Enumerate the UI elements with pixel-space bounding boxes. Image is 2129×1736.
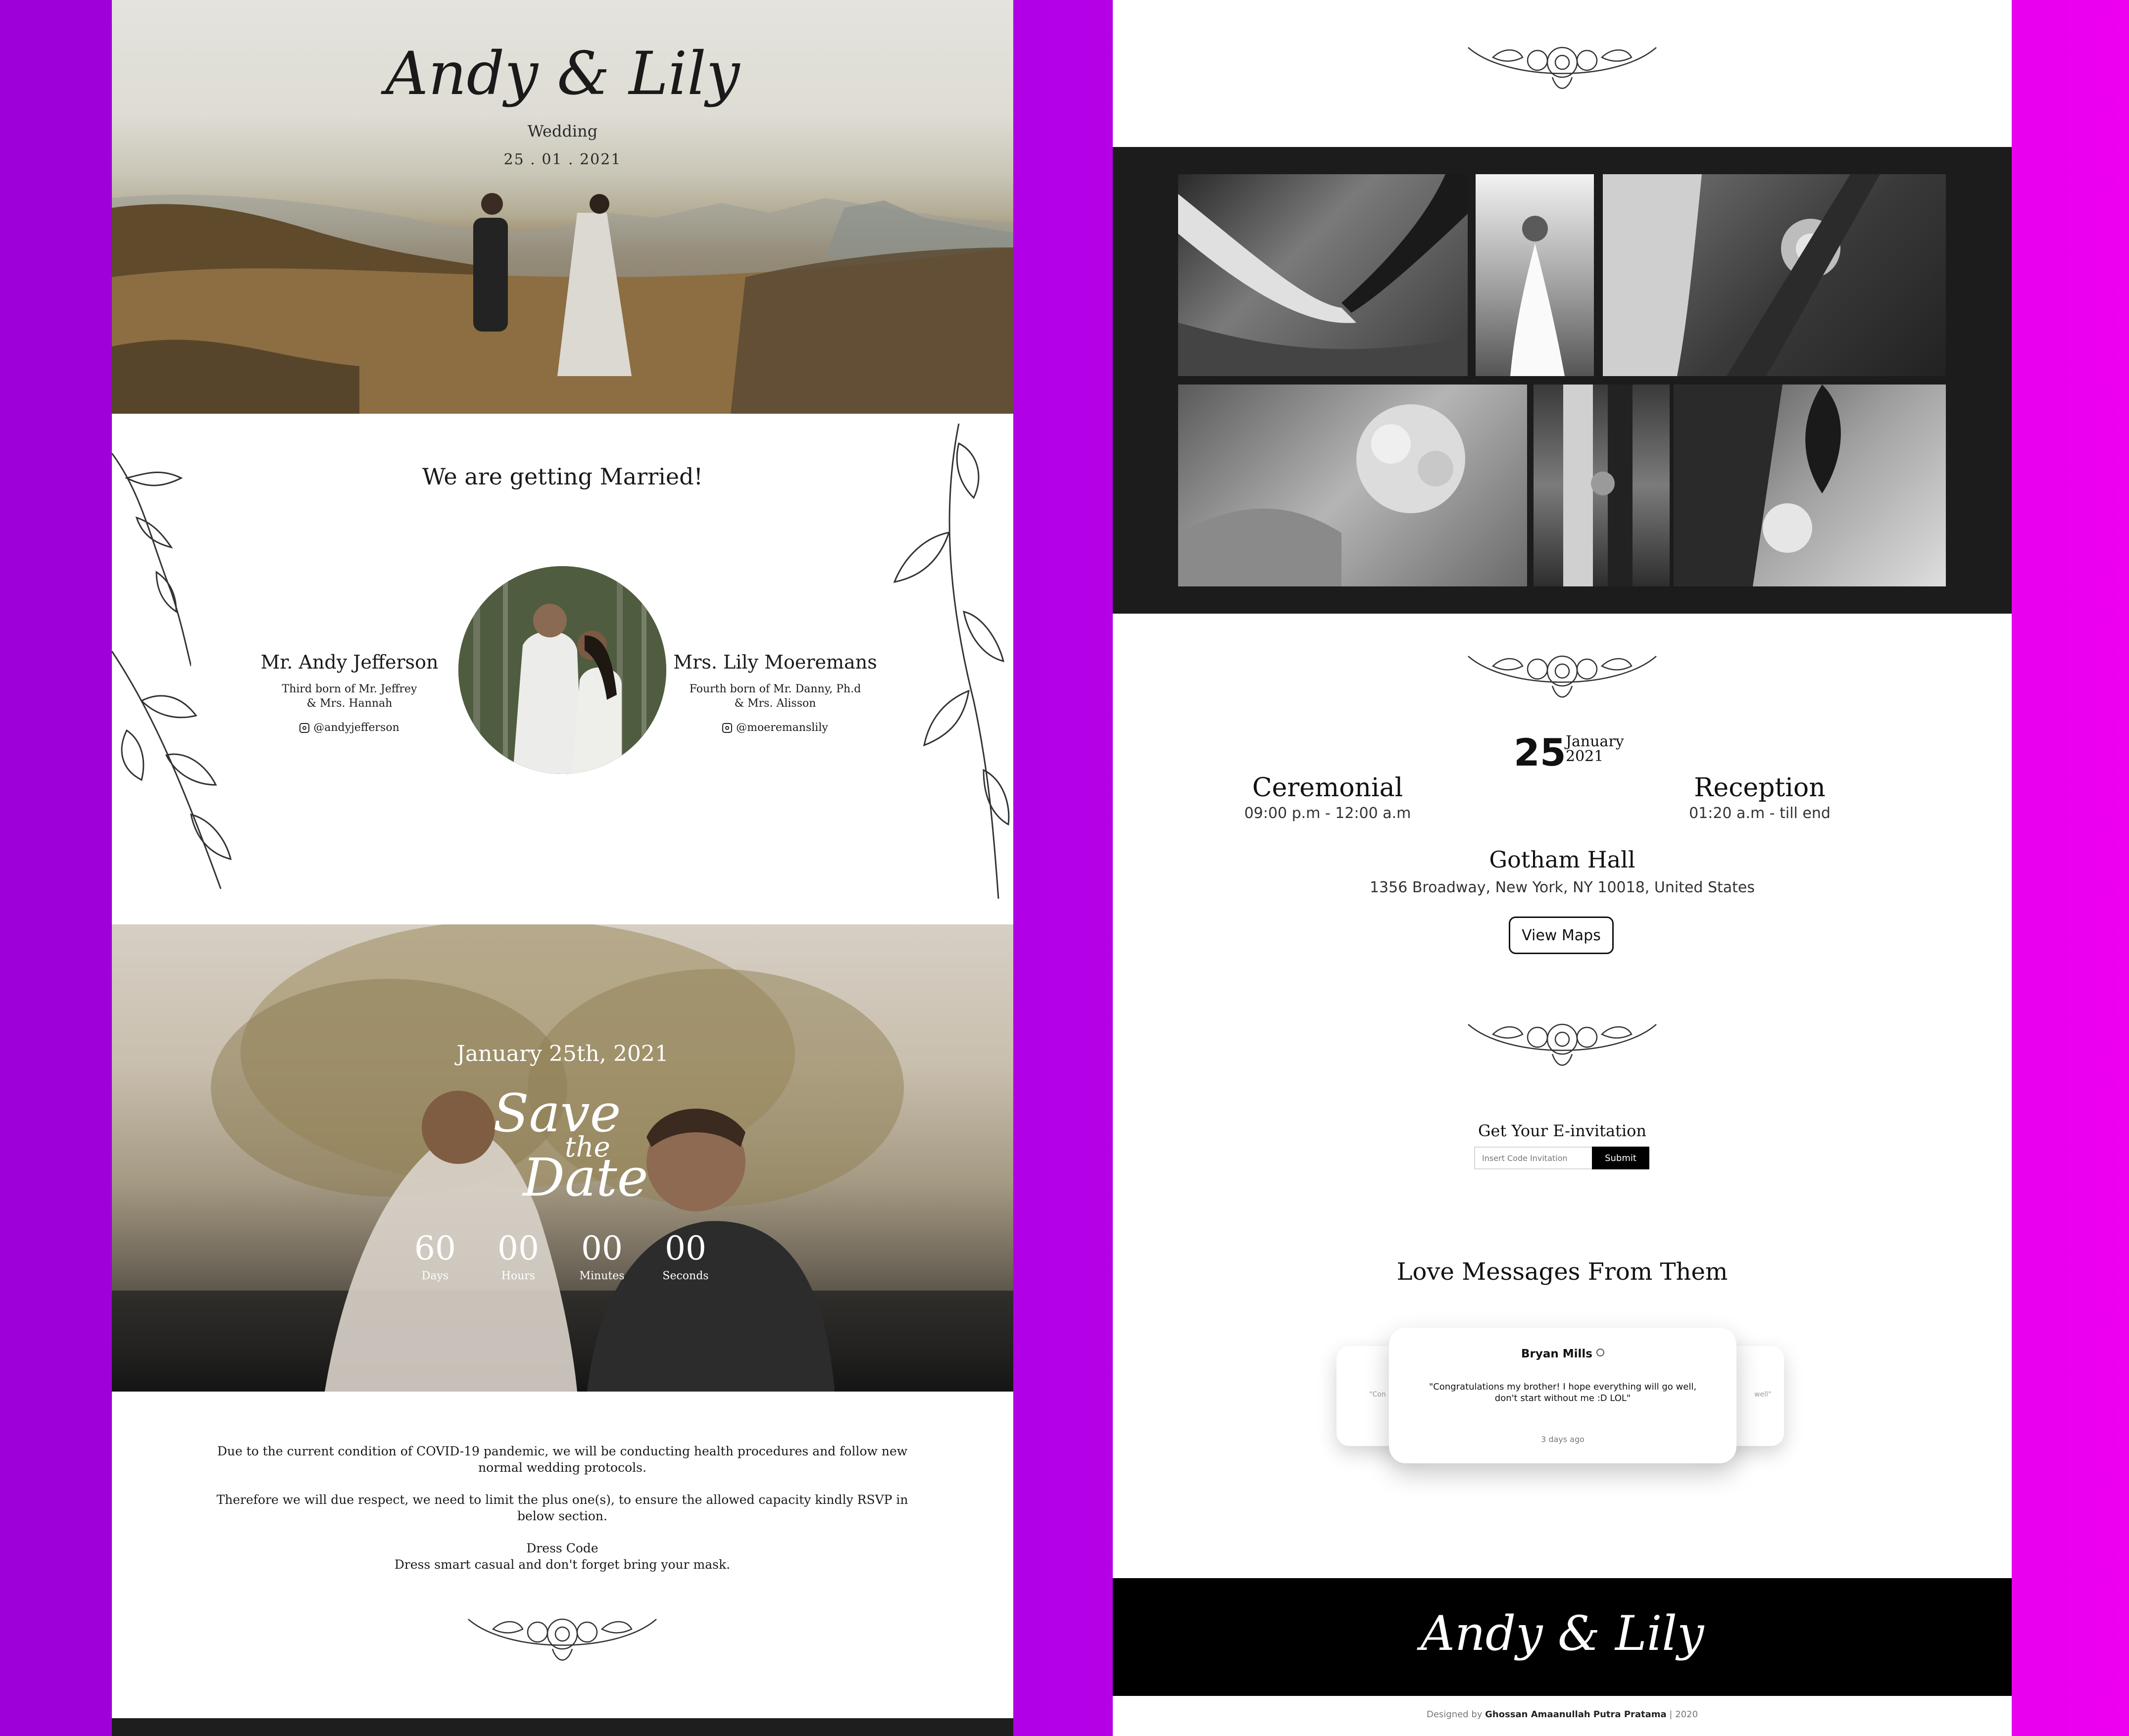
countdown-hours-label: Hours — [501, 1270, 536, 1282]
countdown-days: 60 Days — [398, 1229, 472, 1283]
groom-parents-line1: Third born of Mr. Jeffrey — [282, 683, 417, 695]
gallery-photo-bride[interactable] — [1476, 174, 1594, 376]
gallery-photo-bouquet[interactable] — [1178, 385, 1527, 586]
hero-section: Andy & Lily Wedding 25 . 01 . 2021 — [112, 0, 1013, 414]
hero-couple-names: Andy & Lily — [385, 40, 740, 108]
event-year: 2021 — [1566, 748, 1604, 765]
credit-suffix: | 2020 — [1666, 1709, 1698, 1720]
countdown-seconds-value: 00 — [665, 1229, 706, 1267]
message-card-prev-text: "Con — [1369, 1391, 1386, 1398]
floral-ornament-icon — [468, 1618, 657, 1661]
venue-address: 1356 Broadway, New York, NY 10018, Unite… — [1369, 879, 1755, 896]
reception-time: 01:20 a.m - till end — [1689, 805, 1831, 822]
couple-portrait-photo — [458, 566, 666, 774]
countdown-minutes-value: 00 — [581, 1229, 623, 1267]
left-page-preview: Andy & Lily Wedding 25 . 01 . 2021 We ar… — [112, 0, 1013, 1736]
designer-credit: Designed by Ghossan Amaanullah Putra Pra… — [1113, 1709, 2012, 1720]
dress-code-text: Dress smart casual and don't forget brin… — [394, 1557, 731, 1572]
credit-name[interactable]: Ghossan Amaanullah Putra Pratama — [1485, 1709, 1667, 1720]
message-time: 3 days ago — [1541, 1435, 1584, 1444]
floral-ornament-icon — [1468, 655, 1657, 698]
reception-block: Reception 01:20 a.m - till end — [1656, 773, 1864, 822]
einvitation-label: Get Your E-invitation — [1478, 1121, 1647, 1140]
left-bottom-bar — [112, 1718, 1013, 1736]
floral-branch-right — [893, 424, 1010, 899]
ceremonial-block: Ceremonial 09:00 p.m - 12:00 a.m — [1224, 773, 1432, 822]
message-author-name: Bryan Mills — [1521, 1348, 1592, 1360]
venue-name: Gotham Hall — [1489, 846, 1635, 873]
message-card[interactable]: Bryan Mills "Congratulations my brother!… — [1389, 1328, 1736, 1463]
event-month: January — [1566, 733, 1624, 750]
countdown-days-value: 60 — [414, 1229, 456, 1267]
getting-married-heading: We are getting Married! — [422, 463, 703, 490]
ceremonial-title: Ceremonial — [1252, 773, 1403, 803]
photo-gallery — [1113, 147, 2012, 614]
groom-parents-line2: & Mrs. Hannah — [306, 697, 393, 710]
love-messages-heading: Love Messages From Them — [1396, 1258, 1728, 1286]
countdown-seconds-label: Seconds — [662, 1270, 709, 1282]
bride-instagram-handle: @moeremanslily — [736, 722, 828, 734]
message-author: Bryan Mills — [1389, 1348, 1736, 1360]
countdown-days-label: Days — [421, 1270, 449, 1282]
event-day: 25 — [1514, 730, 1566, 774]
countdown-hours: 00 Hours — [481, 1229, 555, 1283]
floral-ornament-icon — [1468, 47, 1657, 89]
instagram-icon — [299, 723, 310, 733]
message-card-next-text: well" — [1754, 1391, 1772, 1398]
verified-check-icon — [1596, 1349, 1604, 1356]
gallery-photo-ceremony[interactable] — [1534, 385, 1670, 586]
reception-title: Reception — [1694, 773, 1826, 803]
gallery-photo-boutonniere[interactable] — [1603, 174, 1946, 376]
date-script-word: Date — [523, 1147, 648, 1208]
footer: Andy & Lily — [1113, 1578, 2012, 1696]
bride-parents-line2: & Mrs. Alisson — [734, 697, 816, 710]
event-month-year: January 2021 — [1566, 734, 1624, 764]
groom-name: Mr. Andy Jefferson — [260, 651, 439, 673]
groom-instagram-handle: @andyjefferson — [313, 722, 399, 734]
ceremonial-time: 09:00 p.m - 12:00 a.m — [1244, 805, 1411, 822]
couple-section: We are getting Married! Mr. Andy Jeffers… — [112, 414, 1013, 924]
floral-ornament-icon — [1468, 1023, 1657, 1066]
submit-button[interactable]: Submit — [1592, 1147, 1649, 1169]
hero-subtitle: Wedding — [527, 122, 598, 141]
hero-date: 25 . 01 . 2021 — [503, 151, 622, 168]
gallery-photo-embrace[interactable] — [1674, 385, 1946, 586]
instagram-icon — [722, 723, 733, 733]
bride-parents-line1: Fourth born of Mr. Danny, Ph.d — [689, 683, 861, 695]
groom-instagram-link[interactable]: @andyjefferson — [241, 722, 458, 734]
dress-code-title: Dress Code — [526, 1541, 598, 1555]
floral-branch-left-bottom — [112, 651, 232, 889]
bride-instagram-link[interactable]: @moeremanslily — [666, 722, 884, 734]
save-the-date-date: January 25th, 2021 — [456, 1041, 669, 1066]
bride-name: Mrs. Lily Moeremans — [673, 651, 877, 673]
countdown-seconds: 00 Seconds — [648, 1229, 723, 1283]
view-maps-button[interactable]: View Maps — [1509, 916, 1614, 954]
countdown-minutes-label: Minutes — [579, 1270, 625, 1282]
bride-info: Mrs. Lily Moeremans Fourth born of Mr. D… — [666, 651, 884, 734]
invitation-code-input[interactable] — [1474, 1147, 1593, 1169]
save-the-date-section: January 25th, 2021 Save the Date 60 Days… — [112, 924, 1013, 1392]
plus-one-paragraph: Therefore we will due respect, we need t… — [216, 1493, 908, 1523]
groom-info: Mr. Andy Jefferson Third born of Mr. Jef… — [241, 651, 458, 734]
footer-couple-names: Andy & Lily — [1420, 1606, 1704, 1661]
covid-notice-section: Due to the current condition of COVID-19… — [112, 1392, 1013, 1718]
countdown-minutes: 00 Minutes — [565, 1229, 639, 1283]
gallery-photo-hands[interactable] — [1178, 174, 1468, 376]
covid-notice-paragraph: Due to the current condition of COVID-19… — [217, 1444, 908, 1475]
message-text: "Congratulations my brother! I hope ever… — [1429, 1382, 1697, 1403]
right-page-preview: 25 January 2021 Ceremonial 09:00 p.m - 1… — [1113, 0, 2012, 1736]
countdown-hours-value: 00 — [497, 1229, 539, 1267]
credit-prefix: Designed by — [1426, 1709, 1483, 1720]
